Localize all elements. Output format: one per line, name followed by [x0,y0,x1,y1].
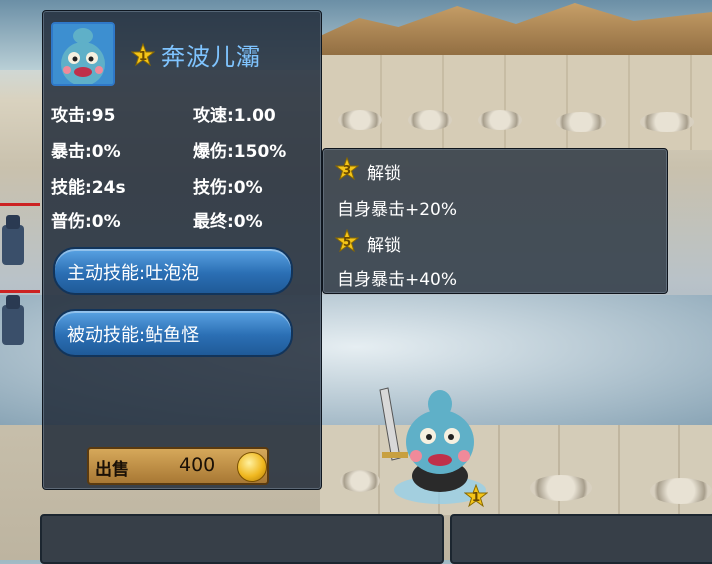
fish-monster-portrait-icon [53,24,113,84]
unit-level: 1 [471,490,481,504]
selected-hero-unit[interactable]: 1 [378,380,498,510]
hero-star-icon: 1 [130,42,156,67]
active-skill-label: 主动技能:吐泡泡 [67,263,200,284]
unit-slot[interactable] [40,514,444,564]
stat-attack-speed: 攻速:1.00 [193,106,276,126]
hero-level: 1 [138,49,148,63]
passive-skill-label: 被动技能:鲇鱼怪 [67,325,200,346]
unlock-desc: 自身暴击+40% [337,270,458,290]
unlock-desc: 自身暴击+20% [337,200,458,220]
enemy-hp-bar [0,290,40,293]
gold-coin-icon [237,452,267,482]
stat-skill-cd: 技能:24s [51,178,126,198]
floor-tiles-top [320,55,712,150]
stat-normal-damage: 普伤:0% [51,212,121,232]
hero-portrait[interactable] [51,22,115,86]
tower-pad[interactable] [408,110,452,130]
tower-pad[interactable] [650,478,712,504]
tower-pad[interactable] [556,112,606,132]
tower-pad[interactable] [530,475,592,501]
stat-final-damage: 最终:0% [193,212,263,232]
passive-skill-button[interactable]: 被动技能:鲇鱼怪 [53,309,293,357]
unlock-star-count: 3 [342,163,352,177]
tower-pad[interactable] [478,110,522,130]
stat-attack: 攻击:95 [51,106,116,126]
stat-crit: 暴击:0% [51,142,121,162]
unlock-title: 解锁 [367,164,401,184]
unlock-star-count: 5 [342,235,352,249]
unlock-title: 解锁 [367,236,401,256]
hero-info-panel: 1 奔波儿灞 攻击:95 攻速:1.00 暴击:0% 爆伤:150% 技能:24… [42,10,322,490]
star-icon: 5 [334,228,360,253]
star-unlock-panel: 3 解锁 自身暴击+20% 5 解锁 自身暴击+40% [322,148,668,294]
bottom-unit-bar [40,514,712,564]
sell-label: 出售 [95,460,129,480]
tower-pad[interactable] [340,470,380,492]
stat-skill-damage: 技伤:0% [193,178,263,198]
sell-button[interactable]: 出售 400 [87,447,269,485]
star-icon: 3 [334,156,360,181]
sell-price: 400 [179,454,216,476]
unit-slot[interactable] [450,514,712,564]
stat-crit-damage: 爆伤:150% [193,142,287,162]
enemy-hp-bar [0,203,40,206]
active-skill-button[interactable]: 主动技能:吐泡泡 [53,247,293,295]
tower-pad[interactable] [640,112,694,132]
unit-star-icon: 1 [463,483,489,508]
tower-pad[interactable] [338,110,382,130]
hero-name: 奔波儿灞 [161,43,261,71]
